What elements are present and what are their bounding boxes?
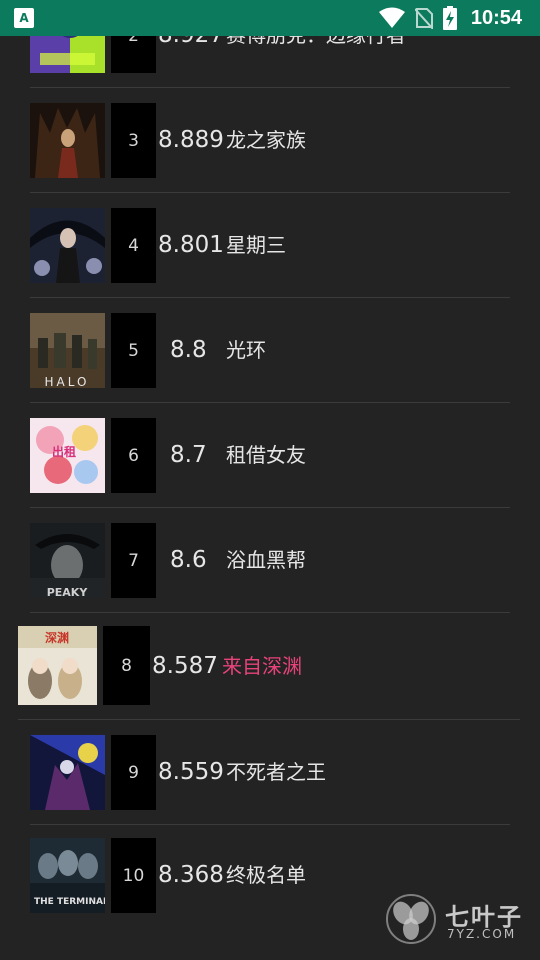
- no-sim-icon: [414, 8, 433, 29]
- show-title: 星期三: [226, 233, 286, 257]
- poster-thumbnail: THE TERMINAL: [30, 838, 105, 913]
- list-item[interactable]: 4 8.801 星期三: [0, 193, 540, 298]
- poster-thumbnail: [30, 103, 105, 178]
- battery-charging-icon: [442, 6, 457, 30]
- poster-thumbnail: [30, 208, 105, 283]
- system-icons: 10:54: [378, 0, 522, 36]
- list-item[interactable]: 9 8.559 不死者之王: [0, 720, 540, 825]
- status-bar: A 10:54: [0, 0, 540, 36]
- rating-score: 8.8: [170, 337, 207, 363]
- rank-number: 8: [103, 626, 150, 705]
- wifi-icon: [378, 7, 405, 28]
- poster-caption: HALO: [45, 375, 90, 388]
- svg-text:深渊: 深渊: [45, 630, 69, 645]
- list-item[interactable]: 出租 6 8.7 租借女友: [0, 403, 540, 508]
- poster-thumbnail: 深渊: [18, 626, 97, 705]
- rating-score: 8.801: [158, 232, 224, 258]
- list-item[interactable]: PEAKY 7 8.6 浴血黑帮: [0, 508, 540, 613]
- show-title: 来自深渊: [222, 654, 302, 678]
- poster-caption: THE TERMINAL: [34, 897, 105, 907]
- rank-number: 3: [111, 103, 156, 178]
- poster-caption: PEAKY: [47, 586, 89, 598]
- rank-number: 9: [111, 735, 156, 810]
- list-item[interactable]: 3 8.889 龙之家族: [0, 88, 540, 193]
- rank-number: 5: [111, 313, 156, 388]
- show-title: 光环: [226, 338, 266, 362]
- rating-score: 8.889: [158, 127, 224, 153]
- list-item-selected[interactable]: 深渊 8 8.587 来自深渊: [0, 612, 540, 720]
- show-title: 浴血黑帮: [226, 548, 306, 572]
- rating-score: 8.7: [170, 442, 207, 468]
- watermark-domain: 7YZ.COM: [447, 927, 517, 941]
- rank-number: 10: [111, 838, 156, 913]
- svg-text:出租: 出租: [52, 444, 76, 459]
- show-title: 终极名单: [226, 863, 306, 887]
- show-title: 不死者之王: [226, 760, 326, 784]
- watermark: 七叶子 7YZ.COM: [385, 893, 535, 949]
- list-item[interactable]: HALO 5 8.8 光环: [0, 298, 540, 403]
- app-notification-icon: A: [14, 8, 34, 28]
- poster-thumbnail: [30, 735, 105, 810]
- rating-score: 8.368: [158, 862, 224, 888]
- poster-thumbnail: 出租: [30, 418, 105, 493]
- rating-score: 8.6: [170, 547, 207, 573]
- rank-number: 6: [111, 418, 156, 493]
- rating-score: 8.587: [152, 653, 218, 679]
- show-title: 租借女友: [226, 443, 306, 467]
- poster-thumbnail: HALO: [30, 313, 105, 388]
- rank-number: 7: [111, 523, 156, 598]
- clock: 10:54: [470, 6, 522, 29]
- rank-number: 4: [111, 208, 156, 283]
- show-title: 龙之家族: [226, 128, 306, 152]
- rating-score: 8.559: [158, 759, 224, 785]
- poster-thumbnail: PEAKY: [30, 523, 105, 598]
- leaf-logo-icon: [386, 894, 436, 944]
